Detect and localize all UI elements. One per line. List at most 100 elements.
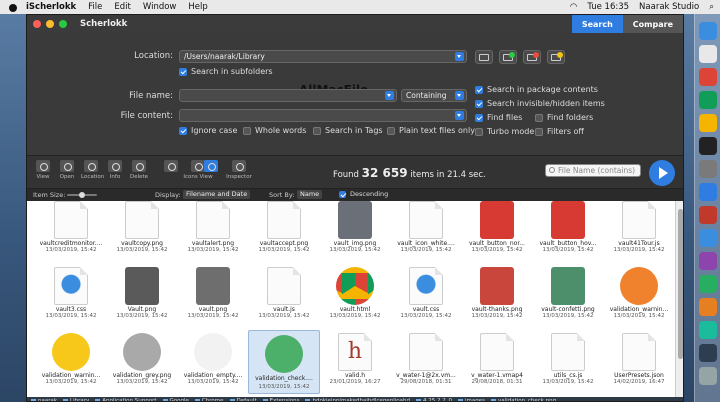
dock-app-icon[interactable] (699, 91, 717, 109)
sortby-select[interactable]: Name (297, 190, 323, 199)
file-item[interactable]: vault41Tour.js 13/03/2019, 15:42 (603, 201, 675, 261)
path-segment[interactable]: naarak (31, 398, 57, 401)
columns-view-button[interactable] (201, 160, 221, 174)
open-tool-button[interactable]: Open (57, 160, 77, 180)
dock-app-icon[interactable] (699, 22, 717, 40)
dock-app-icon[interactable] (699, 206, 717, 224)
location-field[interactable]: /Users/naarak/Library (179, 50, 467, 63)
chevron-down-icon[interactable] (385, 91, 394, 100)
wifi-icon[interactable]: ◠ (570, 2, 577, 12)
file-item[interactable]: vaultcopy.png 13/03/2019, 15:42 (106, 201, 178, 261)
dock-app-icon[interactable] (699, 321, 717, 339)
file-item[interactable]: vault.js 13/03/2019, 15:42 (248, 263, 320, 327)
apple-icon[interactable] (8, 2, 18, 12)
dock-app-icon[interactable] (699, 68, 717, 86)
path-segment[interactable]: Chrome (195, 398, 224, 401)
compare-tab-button[interactable]: Compare (622, 15, 683, 33)
path-segment[interactable]: Application Support (95, 398, 156, 401)
dock-app-icon[interactable] (699, 275, 717, 293)
file-item[interactable]: vaultcreditmonitor.... 13/03/2019, 15:42 (35, 201, 107, 261)
zoom-icon[interactable] (59, 20, 67, 28)
file-item[interactable]: vault.css 13/03/2019, 15:42 (390, 263, 462, 327)
path-segment[interactable]: Extensions (263, 398, 300, 401)
close-icon[interactable] (33, 20, 41, 28)
ignore-case-checkbox[interactable]: Ignore case (179, 126, 237, 135)
file-item[interactable]: vault.png 13/03/2019, 15:42 (177, 263, 249, 327)
delete-tool-button[interactable]: Delete (129, 160, 149, 180)
file-item[interactable]: vault3.css 13/03/2019, 15:42 (35, 263, 107, 327)
preset-3-button[interactable] (547, 50, 565, 64)
preset-1-button[interactable] (499, 50, 517, 64)
item-size-slider[interactable] (67, 192, 97, 198)
file-item[interactable]: v_water-1@2x.vm... 29/08/2018, 01:31 (390, 329, 462, 393)
file-item[interactable]: vault-thanks.png 13/03/2019, 15:42 (461, 263, 533, 327)
list-view-button[interactable] (161, 160, 181, 174)
location-tool-button[interactable]: Location (81, 160, 104, 180)
path-segment[interactable]: 4.25.2.2_0 (416, 398, 452, 401)
minimize-icon[interactable] (46, 20, 54, 28)
file-item[interactable]: validation_warnin... 13/03/2019, 15:42 (35, 329, 107, 393)
dock-app-icon[interactable] (699, 252, 717, 270)
path-segment[interactable]: hdokiejnpimakedhajhdlcegeplioahd (305, 398, 410, 401)
clock[interactable]: Tue 16:35 (587, 2, 629, 12)
file-item[interactable]: vault.html 13/03/2019, 15:42 (319, 263, 391, 327)
filters-off-checkbox[interactable]: Filters off (535, 127, 584, 136)
spotlight-icon[interactable]: ⌕ (709, 2, 714, 12)
path-segment[interactable]: Google (163, 398, 189, 401)
preset-2-button[interactable] (523, 50, 541, 64)
vertical-scrollbar[interactable] (675, 201, 683, 397)
file-item[interactable]: h valid.h 23/01/2019, 16:27 (319, 329, 391, 393)
menu-window[interactable]: Window (143, 2, 177, 12)
search-tags-checkbox[interactable]: Search in Tags (313, 126, 383, 135)
content-field[interactable] (179, 109, 467, 122)
dock-app-icon[interactable] (699, 229, 717, 247)
find-files-checkbox[interactable]: Find files (475, 113, 522, 122)
dock-app-icon[interactable] (699, 344, 717, 362)
search-subfolders-checkbox[interactable]: Search in subfolders (179, 67, 273, 76)
turbo-mode-checkbox[interactable]: Turbo mode (475, 127, 534, 136)
file-item[interactable]: vaultaccept.png 13/03/2019, 15:42 (248, 201, 320, 261)
file-item[interactable]: Vault.png 13/03/2019, 15:42 (106, 263, 178, 327)
dock-app-icon[interactable] (699, 183, 717, 201)
hidden-items-checkbox[interactable]: Search invisible/hidden items (475, 99, 605, 108)
filename-mode-select[interactable]: Containing (401, 89, 467, 102)
scroll-knob[interactable] (678, 209, 683, 359)
menu-app[interactable]: iScherlokk (26, 2, 76, 12)
file-item[interactable]: vault_icon_white.... 13/03/2019, 15:42 (390, 201, 462, 261)
file-item[interactable]: vaultalert.png 13/03/2019, 15:42 (177, 201, 249, 261)
filename-field[interactable] (179, 89, 397, 102)
path-segment[interactable]: validation_check.png (491, 398, 556, 401)
file-item[interactable]: vault-confetti.png 13/03/2019, 15:42 (532, 263, 604, 327)
file-item[interactable]: vault_button_nor... 13/03/2019, 15:42 (461, 201, 533, 261)
file-item[interactable]: validation_grey.png 13/03/2019, 15:42 (106, 329, 178, 393)
view-tool-button[interactable]: View (33, 160, 53, 180)
filename-filter-input[interactable]: File Name (contains) (545, 164, 641, 177)
menu-help[interactable]: Help (188, 2, 207, 12)
path-segment[interactable]: images (458, 398, 485, 401)
whole-words-checkbox[interactable]: Whole words (243, 126, 306, 135)
dock-app-icon[interactable] (699, 160, 717, 178)
file-item[interactable]: vault_button_hov... 13/03/2019, 15:42 (532, 201, 604, 261)
file-item[interactable]: UserPresets.json 14/02/2019, 16:47 (603, 329, 675, 393)
info-tool-button[interactable]: Info (105, 160, 125, 180)
menu-edit[interactable]: Edit (114, 2, 130, 12)
file-item[interactable]: validation_empty.... 13/03/2019, 15:42 (177, 329, 249, 393)
dock-app-icon[interactable] (699, 45, 717, 63)
path-segment[interactable]: Library (63, 398, 89, 401)
descending-checkbox[interactable]: Descending (339, 190, 388, 198)
user-name[interactable]: Naarak Studio (639, 2, 699, 12)
inspector-button[interactable]: Inspector (225, 160, 253, 180)
start-search-button[interactable] (649, 160, 675, 186)
file-item[interactable]: validation_warnin... 13/03/2019, 15:42 (603, 263, 675, 327)
display-select[interactable]: Filename and Date (183, 190, 251, 199)
dock-app-icon[interactable] (699, 367, 717, 385)
menu-file[interactable]: File (88, 2, 102, 12)
package-contents-checkbox[interactable]: Search in package contents (475, 85, 598, 94)
chevron-down-icon[interactable] (455, 111, 464, 120)
chevron-down-icon[interactable] (455, 91, 464, 100)
file-item[interactable]: utils_cs.js 13/03/2019, 15:42 (532, 329, 604, 393)
slider-knob[interactable] (79, 192, 85, 198)
chevron-down-icon[interactable] (455, 52, 464, 61)
plain-text-checkbox[interactable]: Plain text files only (387, 126, 475, 135)
file-item[interactable]: v_water-1.vmap4 29/08/2018, 01:31 (461, 329, 533, 393)
